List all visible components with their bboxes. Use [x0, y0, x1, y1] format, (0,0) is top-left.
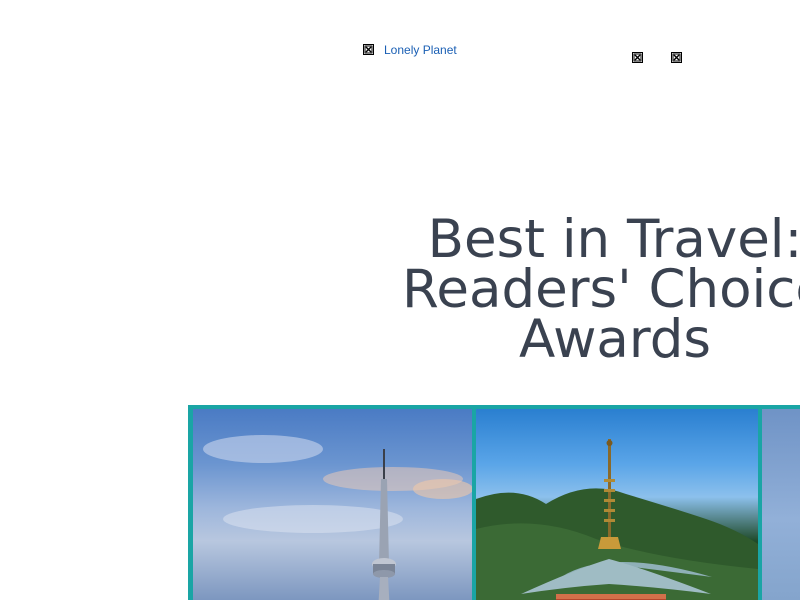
title-line: Best in Travel: [427, 209, 800, 270]
title-line: Awards [518, 309, 712, 370]
gallery-tile-toronto[interactable] [193, 409, 472, 600]
page-title: Best in Travel: Readers' Choice Awards [395, 209, 800, 370]
toronto-skyline-image [203, 435, 472, 600]
title-line: Readers' Choice [401, 259, 800, 320]
broken-image-icon [363, 44, 374, 55]
gallery-tile-japan[interactable] [476, 409, 758, 600]
photo-gallery [188, 405, 800, 600]
gallery-tile[interactable] [762, 409, 800, 600]
broken-image-icon[interactable] [632, 52, 643, 63]
lonely-planet-logo-link[interactable]: Lonely Planet [384, 43, 457, 57]
japan-pagoda-image [476, 439, 758, 600]
page: Lonely Planet Best in Travel: Readers' C… [0, 0, 800, 600]
broken-image-icon[interactable] [671, 52, 682, 63]
